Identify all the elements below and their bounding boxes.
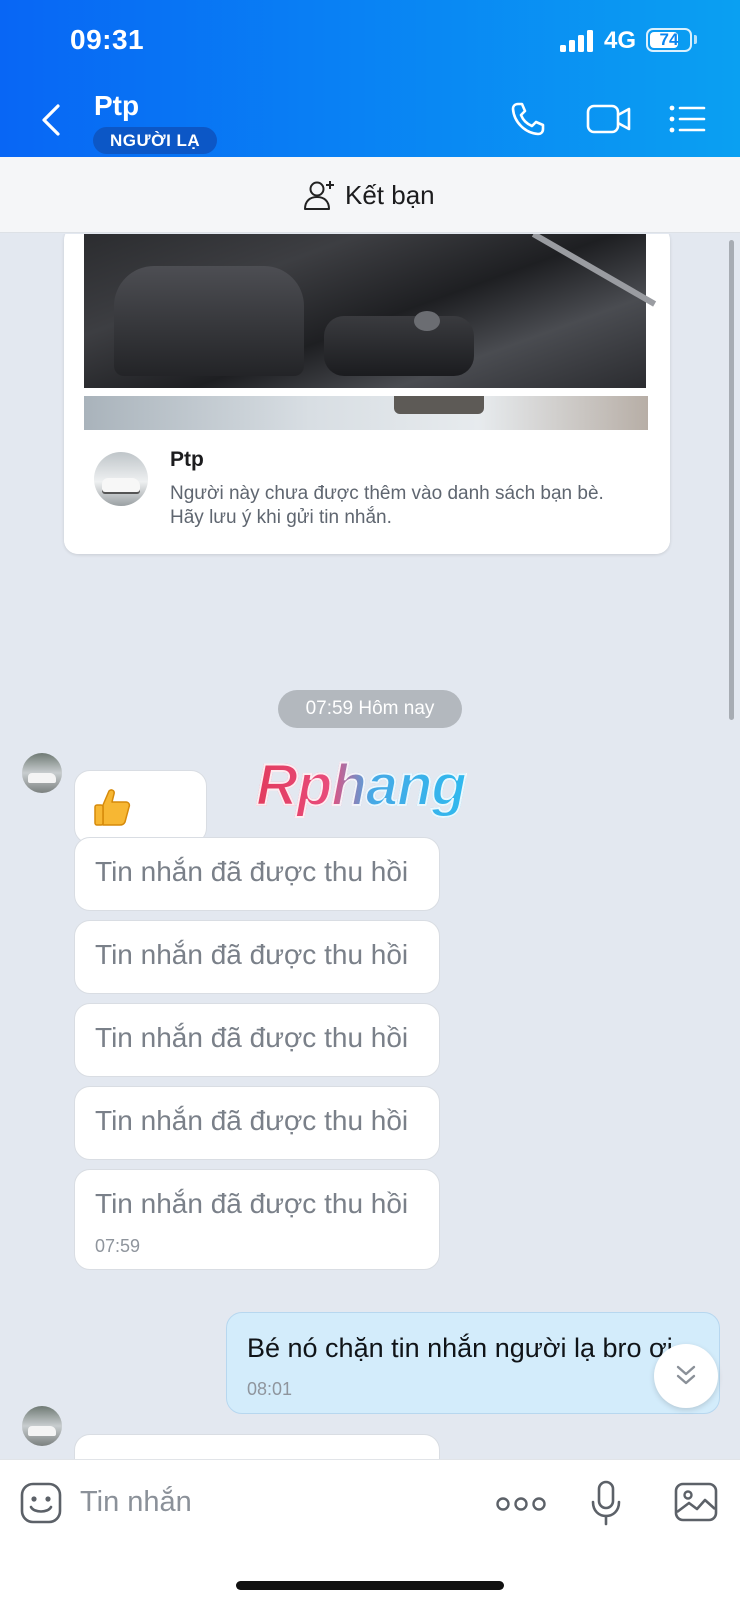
stranger-profile-card[interactable]: Ptp Người này chưa được thêm vào danh sá… — [64, 234, 670, 554]
photo-bar-shape — [394, 396, 484, 414]
chat-header: 09:31 4G 74 Ptp NGƯỜI LẠ — [0, 0, 740, 157]
date-separator: 07:59 Hôm nay — [278, 690, 462, 728]
recalled-message[interactable]: Tin nhắn đã được thu hồi — [74, 1003, 440, 1077]
recalled-message-text: Tin nhắn đã được thu hồi — [95, 1188, 409, 1219]
microphone-icon[interactable] — [590, 1480, 622, 1526]
stranger-warning: Người này chưa được thêm vào danh sách b… — [170, 483, 604, 528]
recalled-message[interactable]: Tin nhắn đã được thu hồi — [74, 920, 440, 994]
avatar-car-shape — [102, 478, 140, 492]
sent-message-text: Bé nó chặn tin nhắn người lạ bro ơi — [247, 1333, 673, 1363]
image-gallery-icon[interactable] — [674, 1482, 718, 1522]
photo-seat-shape — [114, 266, 304, 376]
chat-messages[interactable]: Ptp Người này chưa được thêm vào danh sá… — [0, 234, 740, 1459]
status-time: 09:31 — [70, 24, 145, 55]
message-composer — [0, 1459, 740, 1600]
add-friend-label: Kết bạn — [345, 180, 435, 210]
profile-photo-car-interior[interactable] — [84, 234, 657, 388]
add-user-icon — [304, 181, 334, 210]
battery-percent: 74 — [659, 30, 679, 49]
recalled-message-text: Tin nhắn đã được thu hồi — [95, 1105, 409, 1136]
back-button[interactable] — [36, 100, 66, 140]
sent-message[interactable]: Bé nó chặn tin nhắn người lạ bro ơi 08:0… — [226, 1312, 720, 1414]
avatar-car-shape — [28, 1426, 56, 1436]
battery-tip — [694, 35, 697, 44]
profile-photo-car-exterior[interactable] — [84, 396, 648, 432]
profile-avatar[interactable] — [94, 452, 148, 506]
more-options-icon[interactable] — [496, 1496, 546, 1512]
phone-call-icon[interactable] — [508, 100, 550, 138]
sender-avatar[interactable] — [22, 1406, 62, 1446]
menu-list-icon[interactable] — [668, 100, 708, 138]
message-time: 08:01 — [247, 1379, 293, 1399]
message-input[interactable] — [80, 1478, 460, 1526]
home-indicator[interactable] — [236, 1581, 504, 1590]
video-call-icon[interactable] — [586, 100, 632, 138]
recalled-message-text: Tin nhắn đã được thu hồi — [95, 856, 409, 887]
scroll-to-bottom-button[interactable] — [654, 1344, 718, 1408]
thumbs-up-icon — [94, 789, 131, 826]
sender-avatar[interactable] — [22, 753, 62, 793]
profile-name: Ptp — [170, 448, 204, 471]
signal-icon — [560, 30, 593, 52]
double-chevron-down-icon — [676, 1365, 696, 1385]
contact-name[interactable]: Ptp — [94, 90, 139, 122]
watermark-logo: Rphang — [255, 752, 468, 819]
recalled-message-text: Tin nhắn đã được thu hồi — [95, 1022, 409, 1053]
photo-console-shape — [324, 316, 474, 376]
recalled-message-text: Tin nhắn đã được thu hồi — [95, 939, 409, 970]
stranger-badge: NGƯỜI LẠ — [93, 127, 218, 154]
recalled-message[interactable]: Tin nhắn đã được thu hồi — [74, 1086, 440, 1160]
like-sticker-message[interactable] — [74, 770, 207, 844]
message-time: 07:59 — [95, 1236, 141, 1256]
partial-message[interactable] — [74, 1434, 440, 1459]
profile-card-info: Ptp Người này chưa được thêm vào danh sá… — [64, 430, 670, 554]
chat-scrollbar[interactable] — [729, 240, 734, 720]
recalled-message[interactable]: Tin nhắn đã được thu hồi 07:59 — [74, 1169, 440, 1270]
recalled-message[interactable]: Tin nhắn đã được thu hồi — [74, 837, 440, 911]
avatar-car-shape — [28, 773, 56, 783]
battery-icon: 74 — [646, 28, 692, 52]
add-friend-bar[interactable]: Kết bạn — [0, 157, 740, 233]
network-type: 4G — [604, 27, 637, 54]
photo-knob-shape — [414, 311, 440, 331]
emoji-sticker-icon[interactable] — [20, 1482, 62, 1524]
photo-trim-shape — [531, 234, 657, 307]
